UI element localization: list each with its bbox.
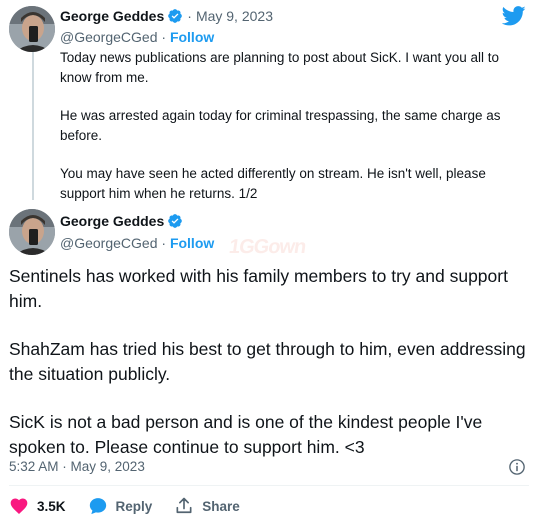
tweet-paragraph: He was arrested again today for criminal… bbox=[60, 108, 501, 143]
tweet-timestamp[interactable]: 5:32 AM · May 9, 2023 bbox=[9, 459, 145, 474]
reply-label: Reply bbox=[115, 498, 153, 514]
verified-badge-icon bbox=[168, 214, 183, 228]
follow-button[interactable]: Follow bbox=[170, 29, 214, 45]
like-count: 3.5K bbox=[37, 498, 66, 514]
divider bbox=[9, 485, 529, 486]
share-label: Share bbox=[202, 498, 240, 514]
tweet-paragraph: Today news publications are planning to … bbox=[60, 50, 500, 85]
tweet-2-text: Sentinels has worked with his family mem… bbox=[9, 264, 529, 483]
follow-button[interactable]: Follow bbox=[170, 235, 214, 251]
reply-button[interactable]: Reply bbox=[88, 496, 153, 516]
author-name[interactable]: George Geddes bbox=[60, 213, 164, 229]
heart-icon bbox=[10, 498, 28, 514]
handle-line: @GeorgeCGed · Follow bbox=[60, 235, 214, 251]
handle-separator: · bbox=[157, 235, 170, 251]
speech-bubble-icon bbox=[89, 498, 106, 515]
tweet-paragraph: SicK is not a bad person and is one of t… bbox=[9, 412, 483, 457]
avatar[interactable] bbox=[9, 209, 55, 255]
verified-badge-icon bbox=[168, 9, 183, 23]
handle-line: @GeorgeCGed · Follow bbox=[60, 29, 214, 45]
thread-connector-line bbox=[32, 52, 34, 200]
like-button[interactable]: 3.5K bbox=[9, 496, 66, 516]
tweet-paragraph: You may have seen he acted differently o… bbox=[60, 166, 486, 201]
tweet-paragraph: ShahZam has tried his best to get throug… bbox=[9, 339, 526, 384]
twitter-bird-icon[interactable] bbox=[502, 6, 526, 26]
handle-separator: · bbox=[157, 29, 170, 45]
tweet-1: George Geddes · May 9, 2023 @GeorgeCGed … bbox=[0, 0, 538, 210]
share-arrow-icon bbox=[176, 497, 192, 514]
share-button[interactable]: Share bbox=[174, 496, 240, 516]
author-handle[interactable]: @GeorgeCGed bbox=[60, 29, 157, 45]
avatar[interactable] bbox=[9, 6, 55, 52]
tweet-paragraph: Sentinels has worked with his family mem… bbox=[9, 266, 508, 311]
watermark: 1GGown bbox=[227, 236, 307, 258]
author-handle[interactable]: @GeorgeCGed bbox=[60, 235, 157, 251]
info-icon[interactable] bbox=[508, 458, 526, 476]
author-name[interactable]: George Geddes bbox=[60, 8, 164, 24]
action-bar: 3.5K Reply Share bbox=[9, 496, 262, 516]
tweet-1-text: Today news publications are planning to … bbox=[60, 48, 522, 222]
separator-dot: · bbox=[187, 8, 192, 24]
tweet-date[interactable]: May 9, 2023 bbox=[196, 8, 273, 24]
